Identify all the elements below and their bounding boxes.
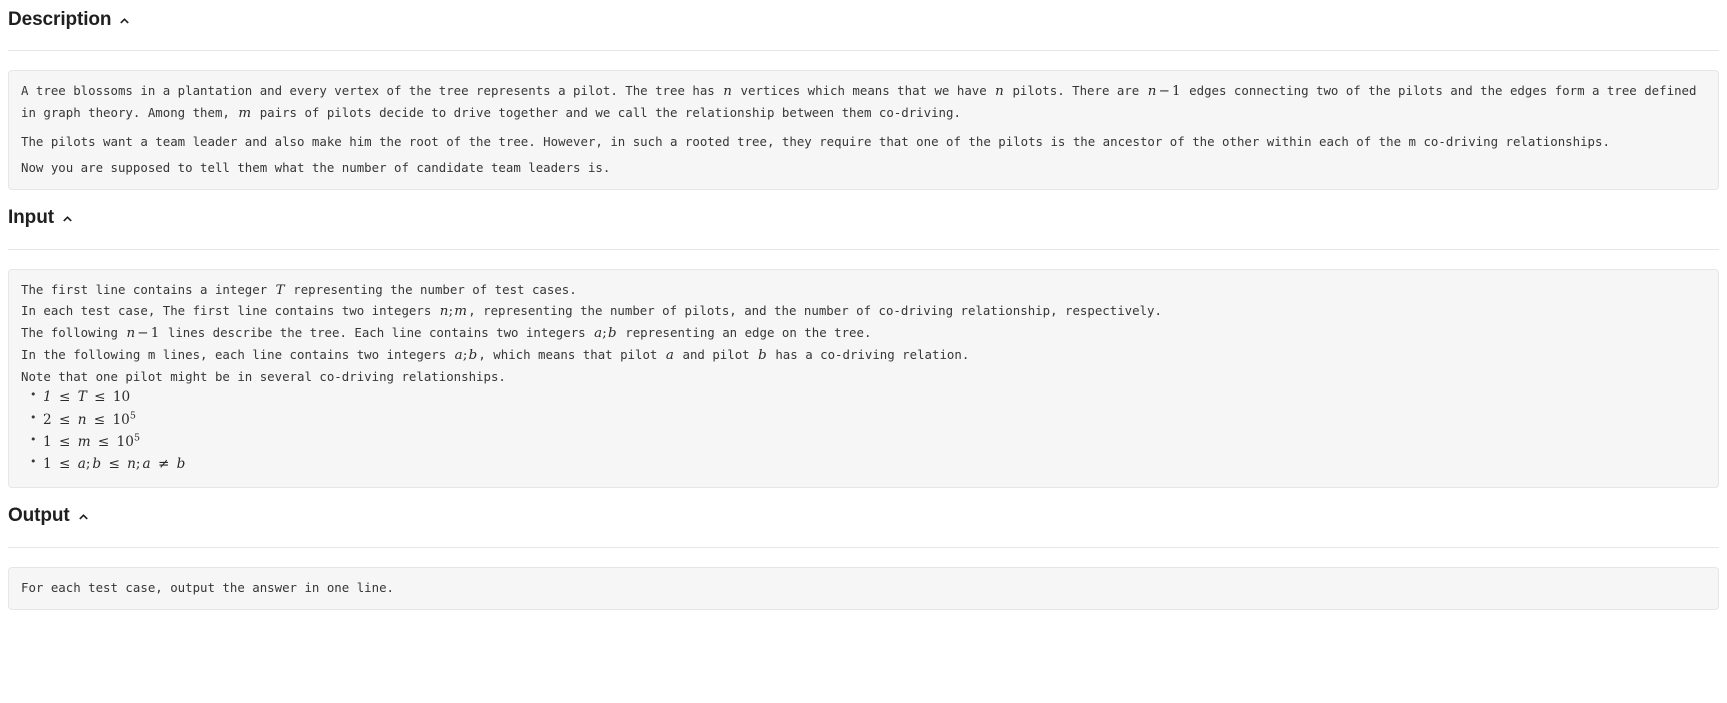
- section-header-description[interactable]: Description: [8, 0, 1719, 29]
- input-line: Note that one pilot might be in several …: [21, 369, 506, 385]
- constraint-item: 2 ≤ n ≤ 105: [30, 409, 1706, 431]
- description-paragraph: Now you are supposed to tell them what t…: [21, 160, 611, 176]
- chevron-up-icon[interactable]: [77, 510, 90, 523]
- math-variable: a;b: [594, 326, 617, 342]
- math-variable: a;b: [454, 348, 478, 364]
- output-panel: For each test case, output the answer in…: [8, 566, 1719, 610]
- section-header-output[interactable]: Output: [8, 488, 1719, 525]
- section-title-output: Output: [8, 504, 70, 526]
- constraint-item: 1 ≤ T ≤ 10: [30, 386, 1706, 408]
- math-variable: n −1: [1147, 84, 1181, 99]
- chevron-up-icon[interactable]: [61, 212, 74, 225]
- chevron-up-icon[interactable]: [118, 14, 131, 27]
- input-line: In the following m lines, each line cont…: [21, 347, 970, 364]
- section-divider-description: [8, 50, 1719, 51]
- description-paragraph: A tree blossoms in a plantation and ever…: [21, 83, 1697, 121]
- section-divider-input: [8, 248, 1719, 250]
- input-line: The first line contains a integer T repr…: [21, 281, 577, 298]
- section-title-description: Description: [8, 9, 112, 30]
- description-panel: A tree blossoms in a plantation and ever…: [8, 70, 1719, 190]
- math-variable: n −1: [126, 326, 160, 342]
- description-paragraph: The pilots want a team leader and also m…: [21, 133, 1610, 149]
- math-variable: n;m: [439, 304, 468, 320]
- section-title-input: Input: [8, 206, 54, 228]
- constraint-item: 1 ≤ m ≤ 105: [30, 431, 1706, 453]
- input-line: The following n −1 lines describe the tre…: [21, 325, 872, 342]
- section-divider-output: [8, 546, 1719, 548]
- math-variable: T: [275, 282, 285, 298]
- constraints-list: 1 ≤ T ≤ 102 ≤ n ≤ 1051 ≤ m ≤ 1051 ≤ a;b …: [21, 386, 1706, 475]
- math-variable: b: [758, 348, 767, 364]
- input-line: In each test case, The first line contai…: [21, 303, 1162, 320]
- input-panel: The first line contains a integer T repr…: [8, 268, 1719, 488]
- constraint-item: 1 ≤ a;b ≤ n;a ≠ b: [30, 453, 1706, 475]
- problem-statement-page: Description A tree blossoms in a plantat…: [0, 0, 1727, 703]
- section-header-input[interactable]: Input: [8, 190, 1719, 227]
- math-variable: n: [995, 84, 1004, 99]
- math-variable: a: [665, 348, 675, 364]
- math-variable: n: [723, 84, 733, 99]
- math-variable: m: [238, 105, 252, 121]
- output-line: For each test case, output the answer in…: [21, 579, 394, 595]
